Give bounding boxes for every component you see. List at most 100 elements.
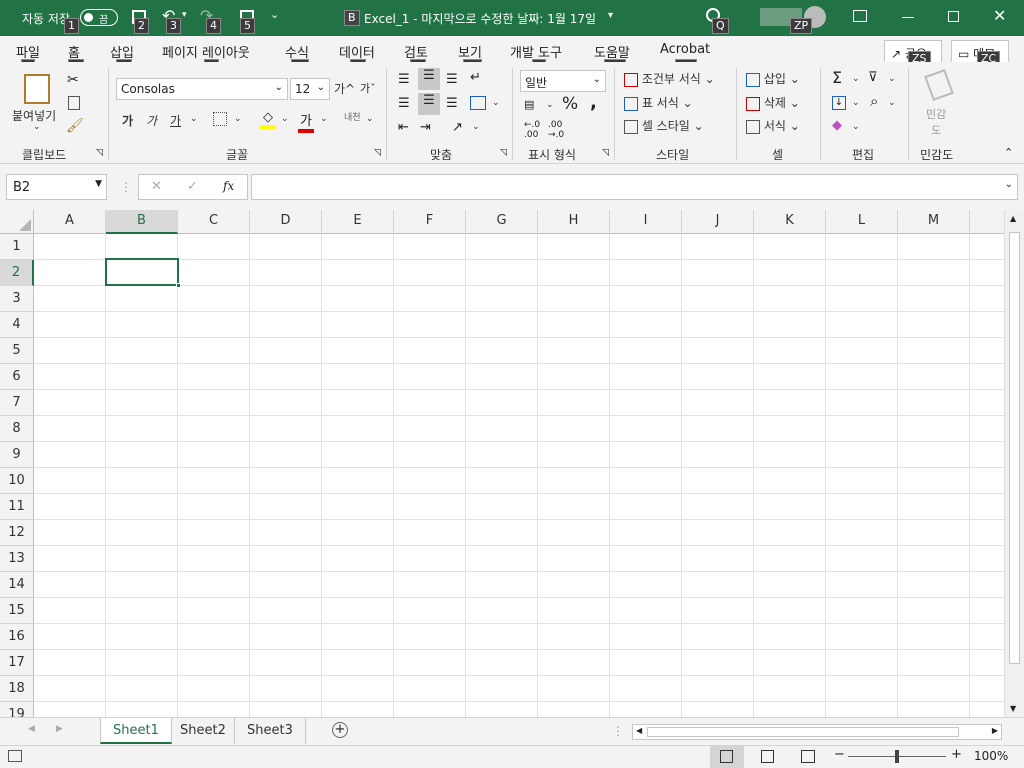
- row-header-4[interactable]: 4: [0, 312, 34, 338]
- title-dropdown-icon[interactable]: ▾: [608, 10, 613, 21]
- column-header-G[interactable]: G: [466, 210, 538, 234]
- underline-button[interactable]: 가: [170, 112, 181, 129]
- accounting-format-icon[interactable]: ▤: [524, 98, 534, 111]
- tab-split-handle-icon[interactable]: ⋮: [612, 724, 624, 738]
- column-header-I[interactable]: I: [610, 210, 682, 234]
- decrease-indent-icon[interactable]: ⇤: [398, 120, 409, 135]
- autosum-icon[interactable]: Σ: [832, 68, 842, 87]
- scroll-up-icon[interactable]: ▲: [1010, 214, 1016, 223]
- row-header-8[interactable]: 8: [0, 416, 34, 442]
- tab-acrobat[interactable]: Acrobat: [660, 42, 710, 57]
- underline-dropdown-icon[interactable]: ⌄: [190, 114, 198, 124]
- cell-styles-button[interactable]: 셀 스타일 ⌄: [624, 117, 704, 134]
- find-dropdown-icon[interactable]: ⌄: [888, 98, 896, 108]
- font-name-select[interactable]: Consolas ⌄: [116, 78, 288, 100]
- column-header-E[interactable]: E: [322, 210, 394, 234]
- column-header-C[interactable]: C: [178, 210, 250, 234]
- column-header-F[interactable]: F: [394, 210, 466, 234]
- align-right-icon[interactable]: ☰: [446, 96, 458, 111]
- shrink-font-button[interactable]: 가ˇ: [360, 80, 376, 96]
- fill-color-icon[interactable]: ◇: [260, 110, 276, 129]
- sheet-tab-1[interactable]: Sheet1: [100, 718, 172, 744]
- vertical-scroll-thumb[interactable]: [1009, 232, 1020, 664]
- maximize-icon[interactable]: [948, 11, 959, 22]
- enter-icon[interactable]: ✓: [187, 179, 198, 194]
- column-header-H[interactable]: H: [538, 210, 610, 234]
- row-header-11[interactable]: 11: [0, 494, 34, 520]
- sheet-tab-3[interactable]: Sheet3: [234, 718, 306, 744]
- phonetic-dropdown-icon[interactable]: ⌄: [366, 114, 374, 124]
- normal-view-button[interactable]: [710, 746, 744, 768]
- delete-cells-button[interactable]: 삭제 ⌄: [746, 94, 800, 111]
- align-left-icon[interactable]: ☰: [398, 96, 410, 111]
- undo-dropdown-icon[interactable]: ▾: [182, 10, 187, 20]
- align-top-icon[interactable]: ☰: [398, 72, 410, 87]
- clipboard-launcher-icon[interactable]: ◹: [96, 148, 103, 158]
- macro-record-icon[interactable]: [8, 750, 22, 762]
- paste-dropdown-icon[interactable]: ⌄: [33, 122, 41, 132]
- alignment-launcher-icon[interactable]: ◹: [500, 148, 507, 158]
- bold-button[interactable]: 가: [122, 112, 133, 129]
- font-launcher-icon[interactable]: ◹: [374, 148, 381, 158]
- scroll-down-icon[interactable]: ▼: [1010, 704, 1016, 713]
- customize-qat-icon[interactable]: ⌄: [270, 8, 279, 21]
- row-header-3[interactable]: 3: [0, 286, 34, 312]
- format-as-table-button[interactable]: 표 서식 ⌄: [624, 94, 693, 111]
- cut-icon[interactable]: ✂: [67, 72, 79, 88]
- font-color-button[interactable]: 가: [298, 110, 314, 133]
- copy-icon[interactable]: [68, 96, 80, 110]
- conditional-formatting-button[interactable]: 조건부 서식 ⌄: [624, 70, 715, 87]
- percent-icon[interactable]: %: [562, 94, 578, 114]
- number-launcher-icon[interactable]: ◹: [602, 148, 609, 158]
- active-cell[interactable]: [105, 258, 181, 288]
- wrap-text-icon[interactable]: ↵: [470, 70, 481, 85]
- row-header-2[interactable]: 2: [0, 260, 34, 286]
- column-header-J[interactable]: J: [682, 210, 754, 234]
- column-header-D[interactable]: D: [250, 210, 322, 234]
- borders-dropdown-icon[interactable]: ⌄: [234, 114, 242, 124]
- name-box-dropdown-icon[interactable]: ▼: [95, 179, 102, 189]
- autosave-toggle[interactable]: 끔: [80, 9, 118, 26]
- worksheet-grid[interactable]: A B C D E F G H I J K L M 1 2 3 4 5 6 7 8 9 10 11 12 13 14 15 16 17 18…: [0, 210, 1004, 717]
- sheet-tab-2[interactable]: Sheet2: [168, 718, 238, 744]
- align-middle-icon[interactable]: ☰: [418, 68, 440, 90]
- zoom-out-icon[interactable]: −: [834, 747, 845, 762]
- column-header-M[interactable]: M: [898, 210, 970, 234]
- expand-formula-icon[interactable]: ⌄: [1005, 179, 1013, 190]
- increase-decimal-icon[interactable]: ←.0.00: [524, 120, 540, 140]
- row-header-10[interactable]: 10: [0, 468, 34, 494]
- row-header-17[interactable]: 17: [0, 650, 34, 676]
- close-icon[interactable]: ✕: [993, 6, 1006, 25]
- column-header-B[interactable]: B: [106, 210, 178, 234]
- horizontal-scrollbar[interactable]: ◀ ▶: [632, 724, 1002, 740]
- column-header-A[interactable]: A: [34, 210, 106, 234]
- formula-bar-resize-icon[interactable]: ⋮: [120, 180, 132, 194]
- format-cells-button[interactable]: 서식 ⌄: [746, 117, 800, 134]
- merge-icon[interactable]: [470, 96, 486, 110]
- row-header-14[interactable]: 14: [0, 572, 34, 598]
- next-sheet-icon[interactable]: ▶: [56, 724, 63, 734]
- file-title[interactable]: Excel_1 - 마지막으로 수정한 날짜: 1월 17일: [364, 10, 596, 27]
- phonetic-button[interactable]: 내천: [344, 110, 361, 123]
- merge-dropdown-icon[interactable]: ⌄: [492, 98, 500, 108]
- autosum-dropdown-icon[interactable]: ⌄: [852, 74, 860, 84]
- clear-dropdown-icon[interactable]: ⌄: [852, 122, 860, 132]
- increase-indent-icon[interactable]: ⇥: [420, 120, 431, 135]
- number-format-select[interactable]: 일반 ⌄: [520, 70, 606, 92]
- row-header-13[interactable]: 13: [0, 546, 34, 572]
- column-header-K[interactable]: K: [754, 210, 826, 234]
- ribbon-display-icon[interactable]: [853, 10, 867, 22]
- insert-function-button[interactable]: fx: [223, 179, 234, 193]
- font-size-select[interactable]: 12 ⌄: [290, 78, 330, 100]
- row-header-5[interactable]: 5: [0, 338, 34, 364]
- cancel-icon[interactable]: ✕: [151, 179, 162, 194]
- row-header-6[interactable]: 6: [0, 364, 34, 390]
- select-all-button[interactable]: [0, 210, 34, 234]
- row-header-7[interactable]: 7: [0, 390, 34, 416]
- minimize-icon[interactable]: [902, 17, 914, 18]
- zoom-level[interactable]: 100%: [974, 749, 1008, 763]
- fill-handle[interactable]: [176, 283, 181, 288]
- paste-icon[interactable]: [24, 74, 50, 104]
- page-layout-view-icon[interactable]: [761, 750, 774, 763]
- fill-dropdown-icon[interactable]: ⌄: [852, 98, 860, 108]
